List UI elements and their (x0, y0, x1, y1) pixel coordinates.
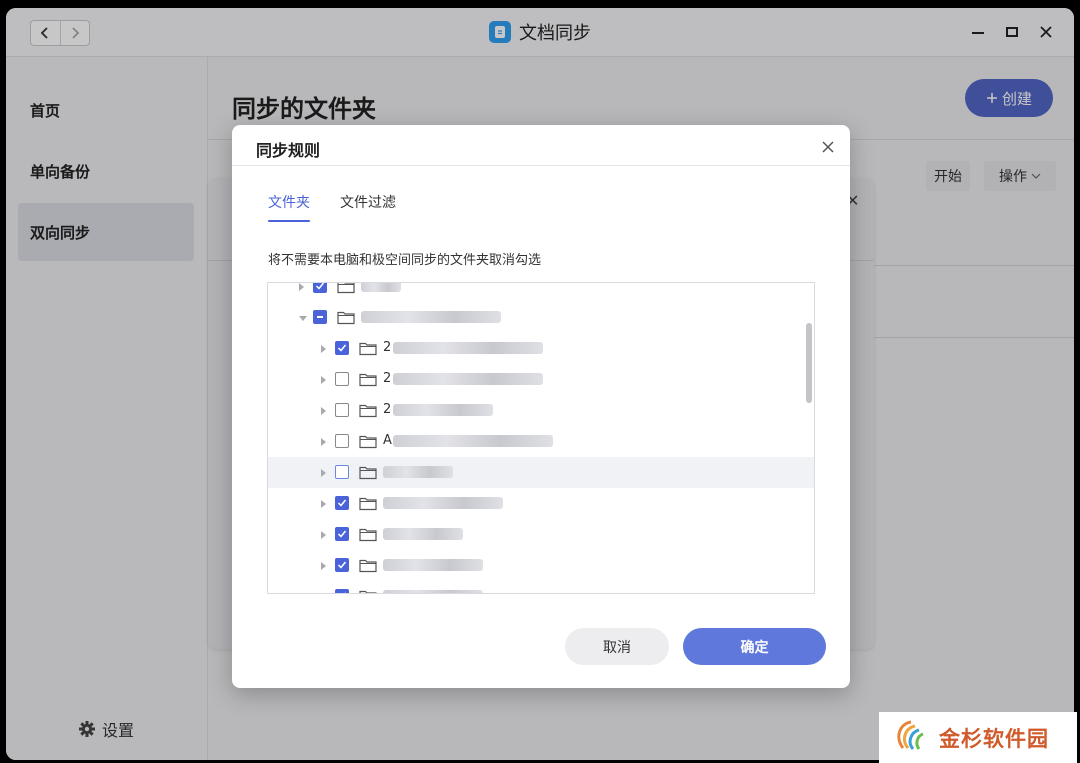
tab-folders[interactable]: 文件夹 (268, 192, 310, 212)
redacted-folder-name (383, 497, 503, 509)
caret-right-icon[interactable] (321, 376, 326, 384)
redacted-folder-name (361, 283, 401, 292)
folder-icon (359, 466, 377, 480)
folder-tree: A 2 2 2 (267, 282, 815, 594)
tree-row[interactable] (268, 581, 814, 594)
folder-icon (359, 528, 377, 542)
confirm-button-label: 确定 (740, 639, 769, 656)
tree-row[interactable]: 2 (268, 333, 814, 364)
tree-row[interactable] (268, 457, 814, 488)
folder-icon (359, 373, 377, 387)
tree-scrollbar[interactable] (806, 323, 812, 403)
tree-row[interactable] (268, 302, 814, 333)
dialog-close-button[interactable] (818, 137, 838, 157)
caret-right-icon[interactable] (321, 345, 326, 353)
tree-row[interactable] (268, 283, 814, 302)
tree-row[interactable] (268, 519, 814, 550)
folder-checkbox[interactable] (335, 496, 349, 510)
active-tab-indicator (268, 220, 310, 222)
folder-icon (337, 283, 355, 294)
folder-icon (359, 559, 377, 573)
redacted-folder-name (383, 528, 463, 540)
caret-down-icon[interactable] (299, 316, 307, 321)
confirm-button[interactable]: 确定 (683, 628, 826, 665)
dialog-title: 同步规则 (256, 141, 321, 160)
redacted-folder-name (393, 435, 553, 447)
caret-right-icon[interactable] (321, 469, 326, 477)
redacted-folder-name (393, 342, 543, 354)
instruction-text: 将不需要本电脑和极空间同步的文件夹取消勾选 (268, 253, 542, 268)
sync-rules-dialog: 同步规则 文件夹 文件过滤 将不需要本电脑和极空间同步的文件夹取消勾选 A 2 2 2… (232, 125, 850, 688)
caret-right-icon[interactable] (321, 562, 326, 570)
tree-row[interactable] (268, 488, 814, 519)
folder-name: 2 (383, 371, 392, 386)
tree-row[interactable]: 2 (268, 395, 814, 426)
tree-row[interactable] (268, 550, 814, 581)
folder-checkbox[interactable] (335, 372, 349, 386)
tree-row[interactable]: 2 (268, 364, 814, 395)
folder-icon (359, 497, 377, 511)
folder-checkbox[interactable] (335, 558, 349, 572)
cancel-button-label: 取消 (603, 639, 631, 656)
folder-checkbox[interactable] (335, 434, 349, 448)
redacted-folder-name (393, 373, 543, 385)
folder-icon (359, 342, 377, 356)
tree-row[interactable]: A (268, 426, 814, 457)
caret-right-icon[interactable] (321, 500, 326, 508)
close-icon (822, 141, 834, 153)
folder-checkbox[interactable] (335, 527, 349, 541)
folder-icon (359, 590, 377, 593)
tab-file-filter[interactable]: 文件过滤 (340, 192, 396, 212)
folder-checkbox[interactable] (313, 310, 327, 324)
folder-icon (359, 435, 377, 449)
watermark: 金杉软件园 (879, 712, 1077, 763)
redacted-folder-name (383, 466, 453, 478)
folder-name: A (383, 433, 392, 448)
caret-right-icon[interactable] (321, 438, 326, 446)
caret-right-icon[interactable] (321, 593, 326, 594)
folder-name: 2 (383, 340, 392, 355)
folder-icon (359, 404, 377, 418)
folder-checkbox[interactable] (313, 283, 327, 293)
folder-name: 2 (383, 402, 392, 417)
folder-checkbox[interactable] (335, 403, 349, 417)
redacted-folder-name (361, 311, 501, 323)
redacted-folder-name (383, 590, 483, 593)
folder-checkbox[interactable] (335, 341, 349, 355)
dialog-divider (232, 165, 850, 166)
folder-icon (337, 311, 355, 325)
redacted-folder-name (393, 404, 493, 416)
folder-checkbox[interactable] (335, 589, 349, 593)
redacted-folder-name (383, 559, 483, 571)
folder-checkbox[interactable] (335, 465, 349, 479)
logo-icon (897, 720, 924, 750)
caret-right-icon[interactable] (299, 283, 304, 291)
cancel-button[interactable]: 取消 (565, 628, 669, 665)
caret-right-icon[interactable] (321, 407, 326, 415)
watermark-text: 金杉软件园 (939, 726, 1049, 751)
caret-right-icon[interactable] (321, 531, 326, 539)
